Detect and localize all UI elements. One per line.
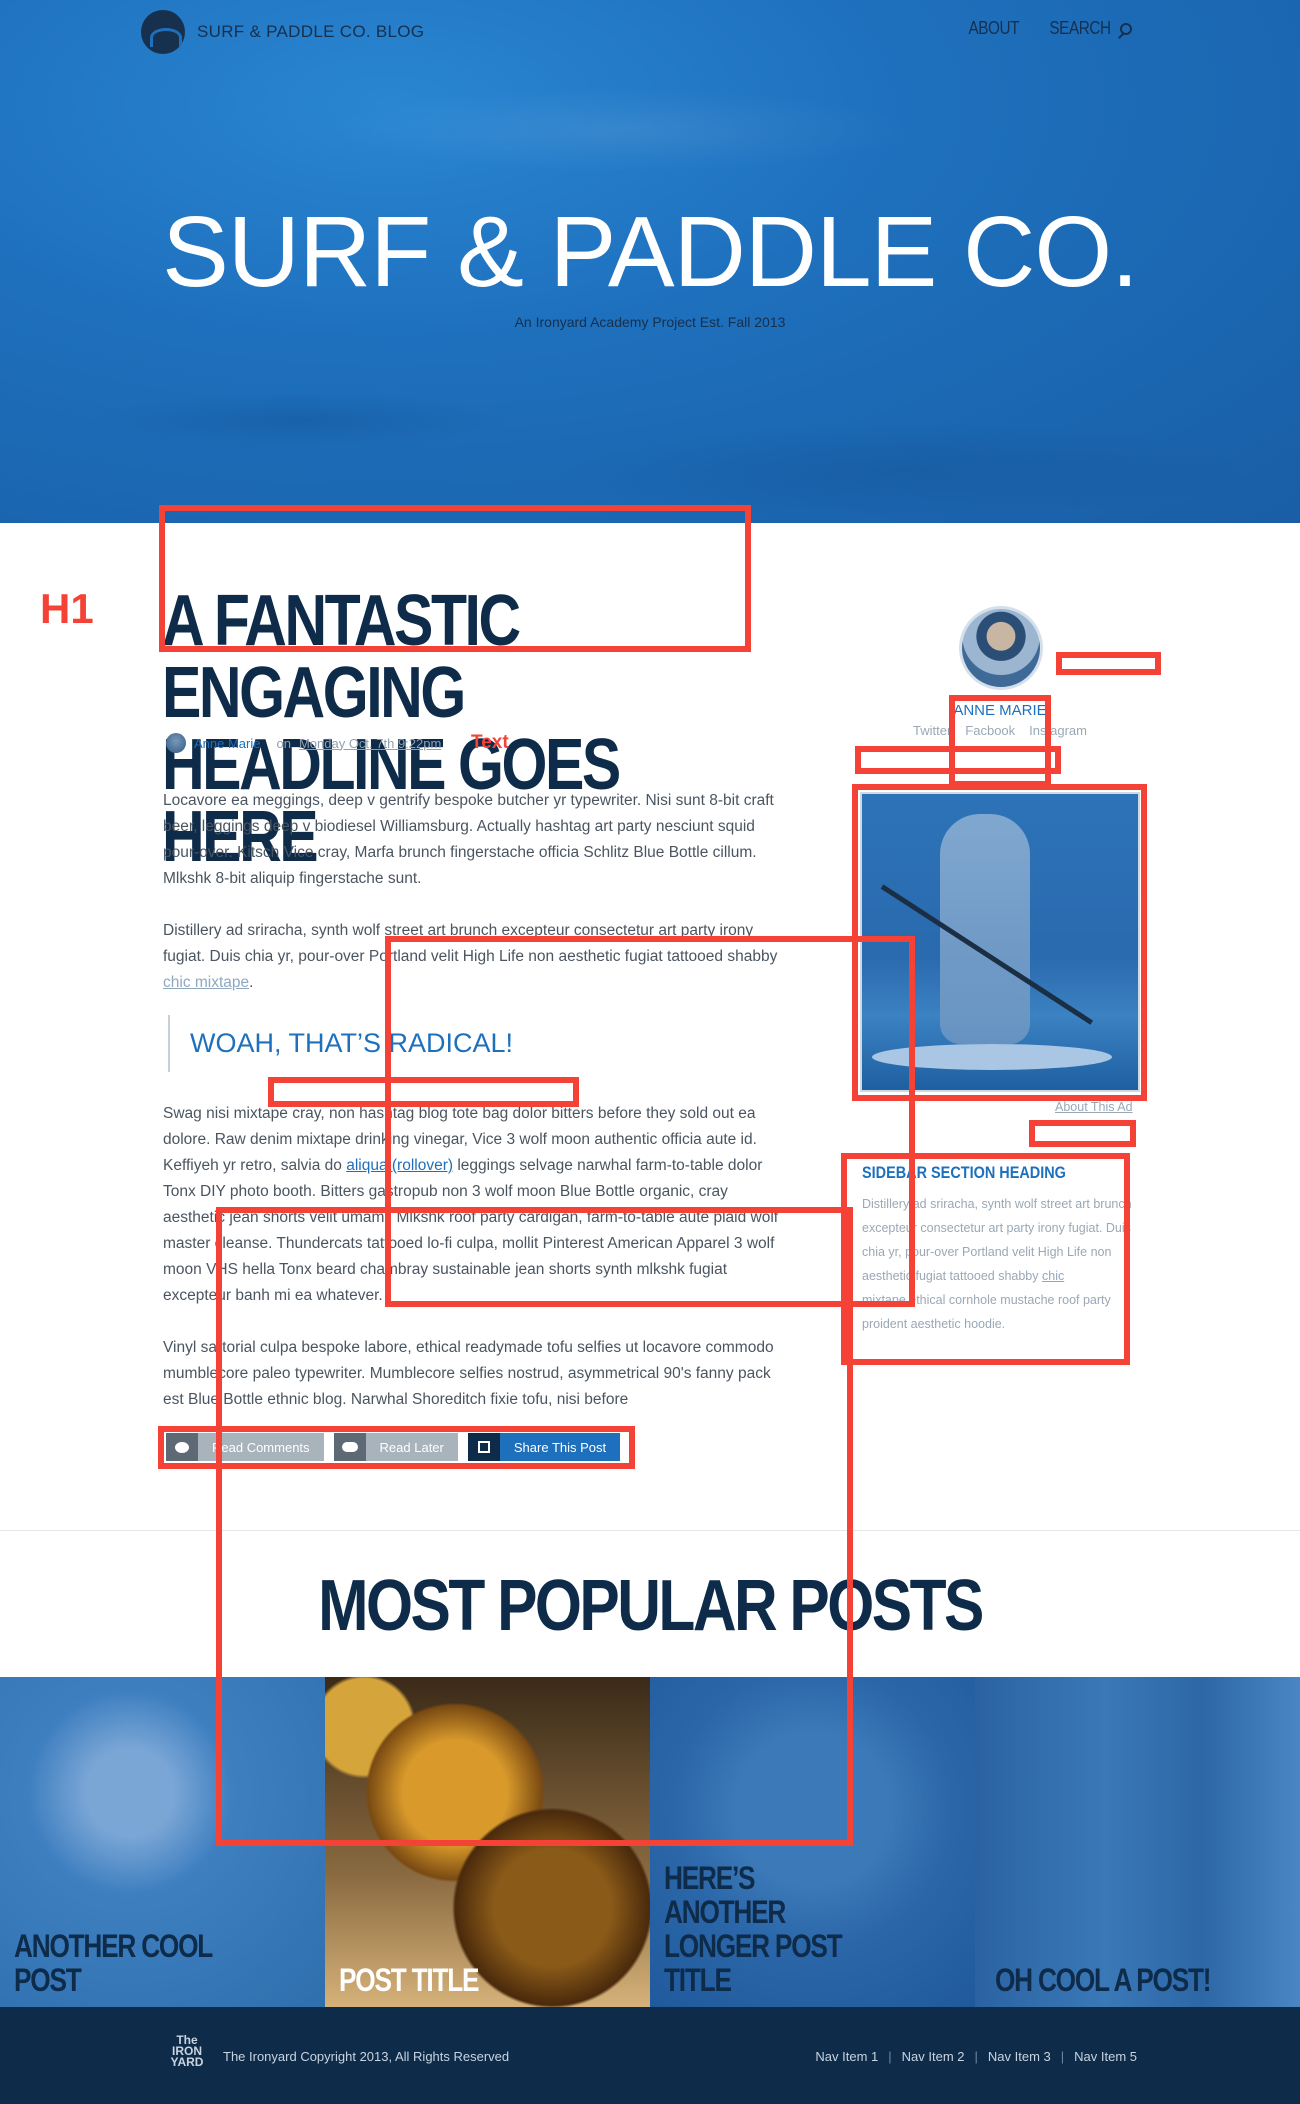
sidebar-social-links: Twitter Facbook Instagram <box>880 723 1120 738</box>
annotation-h1-label: H1 <box>40 585 94 632</box>
comment-icon <box>166 1433 198 1461</box>
annotation-box <box>855 746 1061 774</box>
about-this-ad-link[interactable]: About This Ad <box>1055 1100 1133 1114</box>
annotation-box <box>1056 652 1161 675</box>
read-comments-label: Read Comments <box>198 1433 324 1461</box>
nav-about-link[interactable]: ABOUT <box>969 18 1020 39</box>
search-icon[interactable] <box>1120 22 1132 35</box>
nav-search-link[interactable]: SEARCH <box>1049 18 1111 39</box>
aliqua-link[interactable]: aliqua (rollover) <box>346 1157 453 1174</box>
logo-wave-icon <box>141 10 185 54</box>
chic-mixtape-link[interactable]: chic mixtape <box>163 974 249 991</box>
pullquote-text: WOAH, THAT’S RADICAL! <box>190 1028 514 1058</box>
footer-nav-item[interactable]: Nav Item 5 <box>1074 2049 1137 2064</box>
footer-nav: Nav Item 1 | Nav Item 2 | Nav Item 3 | Nav … <box>815 2049 1137 2064</box>
footer-nav-item[interactable]: Nav Item 1 <box>815 2049 878 2064</box>
article-paragraph-2: Distillery ad sriracha, synth wolf stree… <box>163 918 783 996</box>
site-footer: The IRON YARD The Ironyard Copyright 201… <box>0 2007 1300 2104</box>
hero-title: SURF & PADDLE CO. <box>162 196 1139 308</box>
ad-paddleboard <box>872 1044 1112 1070</box>
article-byline: Anne Marie on Monday Oct. 7th 9:22pm <box>166 733 441 753</box>
article-paragraph-1: Locavore ea meggings, deep v gentrify be… <box>163 792 774 887</box>
popular-post-tile[interactable]: ANOTHER COOL POST <box>0 1677 325 2007</box>
twitter-link[interactable]: Twitter <box>913 723 951 738</box>
p3-text-b: leggings selvage narwhal farm-to-table d… <box>163 1157 779 1304</box>
instagram-link[interactable]: Instagram <box>1029 723 1087 738</box>
headline-line-1: A FANTASTIC ENGAGING <box>162 581 521 733</box>
share-post-button[interactable]: Share This Post <box>467 1433 621 1461</box>
popular-post-title: ANOTHER COOL POST <box>14 1928 213 1998</box>
sidebar-section-text: Distillery ad sriracha, synth wolf stree… <box>862 1192 1140 1336</box>
article-paragraph-4: Vinyl sartorial culpa bespoke labore, et… <box>163 1339 774 1408</box>
share-icon <box>467 1433 500 1461</box>
hero-banner: SURF & PADDLE CO. BLOG ABOUT SEARCH SURF… <box>0 0 1300 523</box>
footer-copyright: The Ironyard Copyright 2013, All Rights … <box>223 2049 510 2064</box>
top-nav: ABOUT SEARCH <box>964 18 1132 39</box>
cloud-upload-icon <box>333 1433 366 1461</box>
popular-post-title: POST TITLE <box>339 1962 480 1998</box>
ironyard-logo: The IRON YARD <box>170 2033 204 2069</box>
section-divider <box>0 1530 1300 1531</box>
p2-end: . <box>249 974 254 991</box>
author-avatar <box>166 733 186 753</box>
read-comments-button[interactable]: Read Comments <box>166 1433 324 1461</box>
popular-post-tile[interactable]: POST TITLE <box>325 1677 650 2007</box>
popular-post-title: OH COOL A POST! <box>995 1962 1212 1998</box>
hero-subtitle: An Ironyard Academy Project Est. Fall 20… <box>514 314 786 330</box>
article-actions: Read Comments Read Later Share This Post <box>166 1433 621 1461</box>
p2-text: Distillery ad sriracha, synth wolf stree… <box>163 922 778 965</box>
logo-text: SURF & PADDLE CO. BLOG <box>197 22 425 41</box>
sidebar-author-name[interactable]: ANNE MARIE <box>900 702 1100 719</box>
popular-post-title: HERE’S ANOTHER LONGER POST TITLE <box>664 1860 843 1998</box>
pullquote: WOAH, THAT’S RADICAL! <box>168 1015 513 1072</box>
author-link[interactable]: Anne Marie <box>194 736 260 751</box>
share-post-label: Share This Post <box>499 1433 621 1461</box>
byline-on: on <box>276 735 291 751</box>
post-date-link[interactable]: Monday Oct. 7th 9:22pm <box>299 736 441 751</box>
read-later-button[interactable]: Read Later <box>333 1433 458 1461</box>
site-logo[interactable]: SURF & PADDLE CO. BLOG <box>141 10 424 54</box>
facebook-link[interactable]: Facbook <box>965 723 1015 738</box>
nav-search[interactable]: SEARCH <box>1044 18 1132 39</box>
popular-posts-title: MOST POPULAR POSTS <box>318 1566 984 1646</box>
read-later-label: Read Later <box>365 1433 458 1461</box>
popular-posts-grid: ANOTHER COOL POST POST TITLE HERE’S ANOT… <box>0 1677 1300 2007</box>
popular-post-tile[interactable]: OH COOL A POST! <box>975 1677 1300 2007</box>
annotation-text-label: Text <box>471 732 509 753</box>
article-paragraph-3: Swag nisi mixtape cray, non hashtag blog… <box>163 1101 783 1309</box>
sidebar-avatar <box>959 606 1043 690</box>
annotation-box <box>1029 1120 1136 1147</box>
sidebar-ad-image[interactable] <box>860 792 1140 1092</box>
sidebar-section-heading: SIDEBAR SECTION HEADING <box>862 1163 1066 1182</box>
footer-nav-item[interactable]: Nav Item 2 <box>902 2049 965 2064</box>
footer-nav-item[interactable]: Nav Item 3 <box>988 2049 1051 2064</box>
popular-post-tile[interactable]: HERE’S ANOTHER LONGER POST TITLE <box>650 1677 975 2007</box>
sidebar-text: Distillery ad sriracha, synth wolf stree… <box>862 1197 1132 1283</box>
